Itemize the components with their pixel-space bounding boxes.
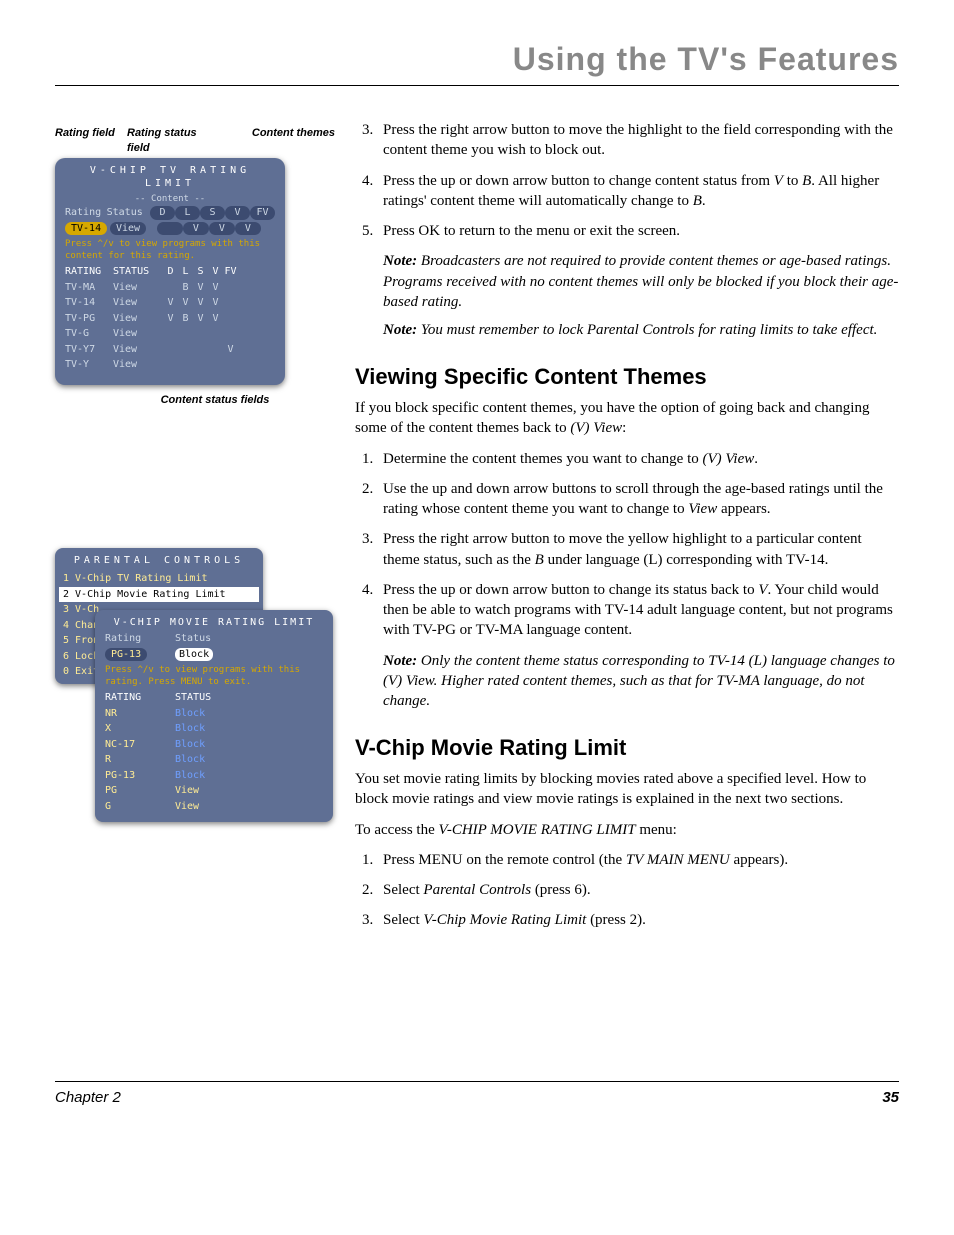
step-item: Select V-Chip Movie Rating Limit (press …	[377, 910, 899, 930]
col-rating: RATING	[105, 691, 175, 705]
head-status: Status	[175, 632, 235, 646]
figure-vchip-tv: Rating field Rating status field Content…	[55, 126, 335, 407]
col-status: STATUS	[175, 691, 235, 705]
movie-rating-row: GView	[99, 799, 329, 815]
current-rating: TV-14	[65, 222, 107, 236]
tv-screen-vchip: V-CHIP TV RATING LIMIT -- Content -- Rat…	[55, 158, 285, 385]
step-item: Press OK to return to the menu or exit t…	[377, 221, 899, 241]
col-rating: RATING	[65, 265, 113, 279]
label-status-field: Rating status field	[127, 126, 199, 156]
rating-row: TV-PGViewVBVV	[61, 311, 279, 327]
movie-rating-row: XBlock	[99, 721, 329, 737]
current-status: View	[110, 222, 146, 236]
sidebar: Rating field Rating status field Content…	[55, 116, 335, 940]
screen-hint: Press ^/v to view programs with this con…	[61, 236, 279, 264]
section-intro: If you block specific content themes, yo…	[355, 398, 899, 439]
step-item: Press the up or down arrow button to cha…	[377, 580, 899, 641]
rating-row: TV-14ViewVVVV	[61, 295, 279, 311]
section-access: To access the V-CHIP MOVIE RATING LIMIT …	[355, 820, 899, 840]
col-theme: D	[163, 265, 178, 279]
movie-rating-row: NC-17Block	[99, 737, 329, 753]
chapter-header: Using the TV's Features	[55, 38, 899, 85]
col-theme: S	[193, 265, 208, 279]
movie-rating-row: RBlock	[99, 752, 329, 768]
col-status: STATUS	[113, 265, 163, 279]
label-rating-field: Rating field	[55, 126, 127, 156]
panel-movie-rating: V-CHIP MOVIE RATING LIMIT Rating Status …	[95, 610, 333, 823]
col-theme: V	[208, 265, 223, 279]
sec2-steps-list: Press MENU on the remote control (the TV…	[355, 850, 899, 931]
main-content: Press the right arrow button to move the…	[355, 116, 899, 940]
intro-steps-list: Press the right arrow button to move the…	[355, 120, 899, 241]
panel1-title: PARENTAL CONTROLS	[59, 552, 259, 572]
footer-chapter: Chapter 2	[55, 1088, 121, 1108]
menu-item: 1 V-Chip TV Rating Limit	[59, 571, 259, 587]
current-theme: V	[183, 222, 209, 236]
section-intro: You set movie rating limits by blocking …	[355, 769, 899, 810]
current-theme	[261, 222, 275, 236]
step-item: Press the right arrow button to move the…	[377, 120, 899, 161]
figure-parental-controls: PARENTAL CONTROLS 1 V-Chip TV Rating Lim…	[55, 548, 335, 778]
current-status: Block	[175, 648, 213, 662]
current-rating: PG-13	[105, 648, 147, 662]
rating-row: TV-YView	[61, 357, 279, 373]
head-theme: S	[200, 206, 225, 220]
movie-rating-row: NRBlock	[99, 706, 329, 722]
step-item: Use the up and down arrow buttons to scr…	[377, 479, 899, 520]
rating-row: TV-MAViewBVV	[61, 280, 279, 296]
section-heading: V-Chip Movie Rating Limit	[355, 733, 899, 763]
movie-rating-row: PG-13Block	[99, 768, 329, 784]
content-dash: -- Content --	[61, 193, 279, 205]
movie-rating-row: PGView	[99, 783, 329, 799]
head-rating: Rating	[105, 632, 175, 646]
head-theme: L	[175, 206, 200, 220]
note: Note: Broadcasters are not required to p…	[383, 251, 899, 312]
note: Note: Only the content theme status corr…	[383, 651, 899, 712]
head-theme: FV	[250, 206, 275, 220]
step-item: Select Parental Controls (press 6).	[377, 880, 899, 900]
step-item: Press the right arrow button to move the…	[377, 529, 899, 570]
step-item: Press MENU on the remote control (the TV…	[377, 850, 899, 870]
head-status: Status	[107, 206, 150, 220]
menu-item: 2 V-Chip Movie Rating Limit	[59, 587, 259, 603]
label-content-themes: Content themes	[199, 126, 335, 156]
screen-title: V-CHIP TV RATING LIMIT	[61, 164, 279, 191]
col-theme: FV	[223, 265, 238, 279]
label-content-status-fields: Content status fields	[155, 393, 275, 408]
rating-row: TV-GView	[61, 326, 279, 342]
note: Note: You must remember to lock Parental…	[383, 320, 899, 340]
panel2-title: V-CHIP MOVIE RATING LIMIT	[99, 614, 329, 632]
panel2-hint: Press ^/v to view programs with this rat…	[99, 662, 329, 690]
step-item: Press the up or down arrow button to cha…	[377, 171, 899, 212]
head-rating: Rating	[65, 206, 107, 220]
col-theme: L	[178, 265, 193, 279]
current-theme	[157, 222, 183, 236]
step-item: Determine the content themes you want to…	[377, 449, 899, 469]
sec1-steps-list: Determine the content themes you want to…	[355, 449, 899, 641]
section-heading: Viewing Specific Content Themes	[355, 362, 899, 392]
page-footer: Chapter 2 35	[55, 1081, 899, 1108]
head-theme: V	[225, 206, 250, 220]
rating-row: TV-Y7ViewV	[61, 342, 279, 358]
current-theme: V	[209, 222, 235, 236]
footer-page: 35	[882, 1088, 899, 1108]
head-theme: D	[150, 206, 175, 220]
current-theme: V	[235, 222, 261, 236]
